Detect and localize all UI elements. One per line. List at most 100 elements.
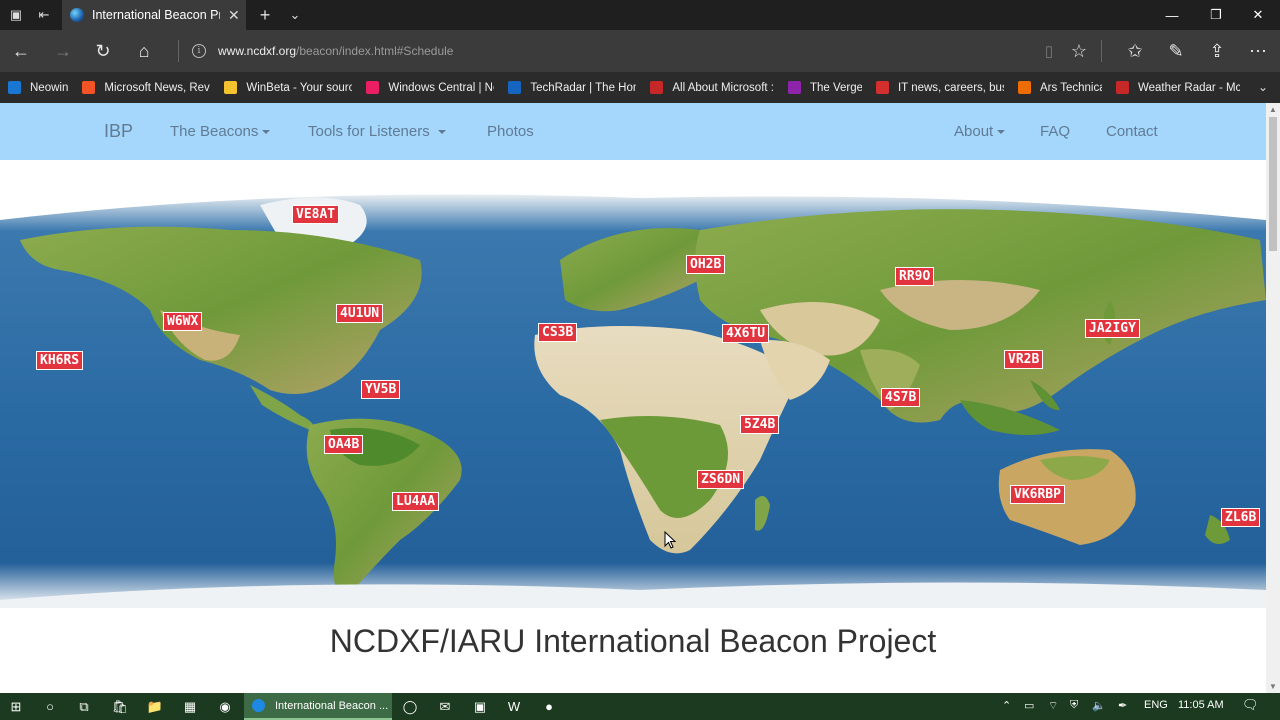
wifi-icon[interactable]: ⌔ [1048,699,1058,713]
favorite-link[interactable]: Neowin [8,81,68,94]
favorite-star-icon[interactable]: ☆ [1066,38,1092,64]
active-tab[interactable]: International Beacon Pr ✕ [62,0,246,30]
forward-icon[interactable]: → [50,38,76,64]
firefox-icon[interactable]: ● [539,697,559,716]
beacon-label[interactable]: OH2B [686,255,726,274]
minimize-icon[interactable]: — [1150,0,1194,30]
site-brand-link[interactable]: IBP [104,121,133,142]
volume-icon[interactable]: 🔈 [1092,699,1106,712]
tray-overflow-chevron-icon[interactable]: ⌃ [1002,699,1011,712]
back-icon[interactable]: ← [8,38,34,64]
beacon-label[interactable]: 4S7B [881,388,921,407]
url-path: /beacon/index.html#Schedule [296,44,454,58]
beacon-label[interactable]: ZL6B [1221,508,1261,527]
beacon-label[interactable]: 5Z4B [740,415,780,434]
nav-about-label: About [954,123,994,140]
refresh-icon[interactable]: ↻ [90,38,116,64]
battery-icon[interactable]: ▭ [1024,699,1034,712]
beacon-label[interactable]: VR2B [1004,350,1044,369]
word-icon[interactable]: W [504,697,524,716]
nav-about[interactable]: About [954,123,1006,140]
site-info-icon[interactable]: i [192,44,206,58]
ars-icon [1017,81,1031,94]
beacon-label[interactable]: ZS6DN [697,470,745,489]
neowin-icon [8,81,21,94]
beacon-label[interactable]: RR9O [895,267,935,286]
security-shield-icon[interactable]: ⛨ [1070,699,1078,712]
beacon-label[interactable]: KH6RS [36,351,84,370]
clock[interactable]: 11:05 AM [1178,699,1224,711]
reading-view-icon[interactable]: ▯ [1036,38,1062,64]
winbeta-icon [224,81,238,94]
file-explorer-icon[interactable]: 📁 [145,697,165,716]
beacon-label[interactable]: OA4B [324,435,364,454]
address-bar[interactable]: i www.ncdxf.org/beacon/index.html#Schedu… [192,41,453,61]
nav-the-beacons[interactable]: The Beacons [170,123,271,140]
more-menu-icon[interactable]: ⋯ [1245,38,1271,64]
nav-tools-label: Tools for Listeners [308,123,430,140]
task-view-icon[interactable]: ⧉ [74,697,94,716]
toolbar-divider [178,40,179,62]
restore-icon[interactable]: ❐ [1194,0,1238,30]
close-window-icon[interactable]: ✕ [1236,0,1280,30]
action-center-icon[interactable]: 🗨 [1242,697,1259,713]
tab-list-chevron-icon[interactable]: ⌄ [285,5,305,25]
favorites-hub-icon[interactable]: ✩ [1122,38,1148,64]
caret-down-icon [997,130,1006,135]
language-indicator[interactable]: ENG [1144,699,1168,711]
favorite-link[interactable]: Weather Radar - McG [1115,81,1240,94]
cortana-circle-icon[interactable]: ○ [40,697,60,716]
favorites-overflow-chevron-icon[interactable]: ⌄ [1258,80,1268,94]
beacon-label[interactable]: 4X6TU [722,324,770,343]
beacon-label[interactable]: VK6RBP [1010,485,1065,504]
techradar-icon [508,81,522,94]
nav-the-beacons-label: The Beacons [170,123,259,140]
favorite-label: The Verge [809,81,862,94]
screen: ▣ ⇤ International Beacon Pr ✕ + ⌄ — ❐ ✕ … [0,0,1280,720]
beacon-label[interactable]: W6WX [163,312,203,331]
beacon-label[interactable]: JA2IGY [1085,319,1140,338]
nav-photos[interactable]: Photos [487,123,534,140]
web-note-icon[interactable]: ✎ [1163,38,1189,64]
home-icon[interactable]: ⌂ [131,38,157,64]
beacon-label[interactable]: CS3B [538,323,578,342]
favorite-link[interactable]: The Verge [787,81,862,94]
share-icon[interactable]: ⇪ [1204,38,1230,64]
microsoft-icon [82,81,96,94]
scroll-thumb[interactable] [1269,117,1277,251]
chrome-icon[interactable]: ◉ [215,697,235,716]
favorite-link[interactable]: WinBeta - Your sourc [224,81,352,94]
scroll-down-icon[interactable]: ▼ [1269,682,1277,691]
pen-ink-icon[interactable]: ✒ [1118,699,1127,712]
address-toolbar: ← → ↻ ⌂ i www.ncdxf.org/beacon/index.htm… [0,30,1280,72]
start-windows-icon[interactable]: ⊞ [6,697,26,716]
url-host: www.ncdxf.org [218,44,297,58]
close-tab-icon[interactable]: ✕ [228,7,240,24]
favorite-label: Weather Radar - McG [1137,81,1240,94]
set-aside-tabs-icon[interactable]: ⇤ [34,5,54,25]
favorite-link[interactable]: Microsoft News, Revi [82,81,210,94]
new-tab-icon[interactable]: + [255,5,275,25]
mail-icon[interactable]: ✉ [435,697,455,716]
photos-app-icon[interactable]: ▦ [180,697,200,716]
tab-manager-icon[interactable]: ▣ [6,5,26,25]
beacon-label[interactable]: LU4AA [392,492,440,511]
nav-tools-for-listeners[interactable]: Tools for Listeners [308,123,446,140]
favorite-link[interactable]: Ars Technica [1017,81,1102,94]
beacon-label[interactable]: YV5B [361,380,401,399]
favorite-link[interactable]: All About Microsoft : [650,81,774,94]
beacon-label[interactable]: 4U1UN [336,304,384,323]
scroll-up-icon[interactable]: ▲ [1269,105,1277,114]
favorite-link[interactable]: IT news, careers, busi [875,81,1004,94]
remote-desktop-icon[interactable]: ▣ [470,697,490,716]
taskbar-edge-window[interactable]: International Beacon ... [244,693,392,720]
beacon-label[interactable]: VE8AT [292,205,340,224]
favorite-link[interactable]: TechRadar | The Hom [508,81,636,94]
tab-strip: ▣ ⇤ International Beacon Pr ✕ + ⌄ — ❐ ✕ [0,0,1280,30]
page-scrollbar[interactable]: ▲ ▼ [1266,103,1280,693]
favorite-link[interactable]: Windows Central | Ne [366,81,494,94]
store-icon[interactable]: 🛍 [110,697,130,716]
nav-faq[interactable]: FAQ [1040,123,1070,140]
nav-contact[interactable]: Contact [1106,123,1158,140]
opera-icon[interactable]: ◯ [400,697,420,716]
